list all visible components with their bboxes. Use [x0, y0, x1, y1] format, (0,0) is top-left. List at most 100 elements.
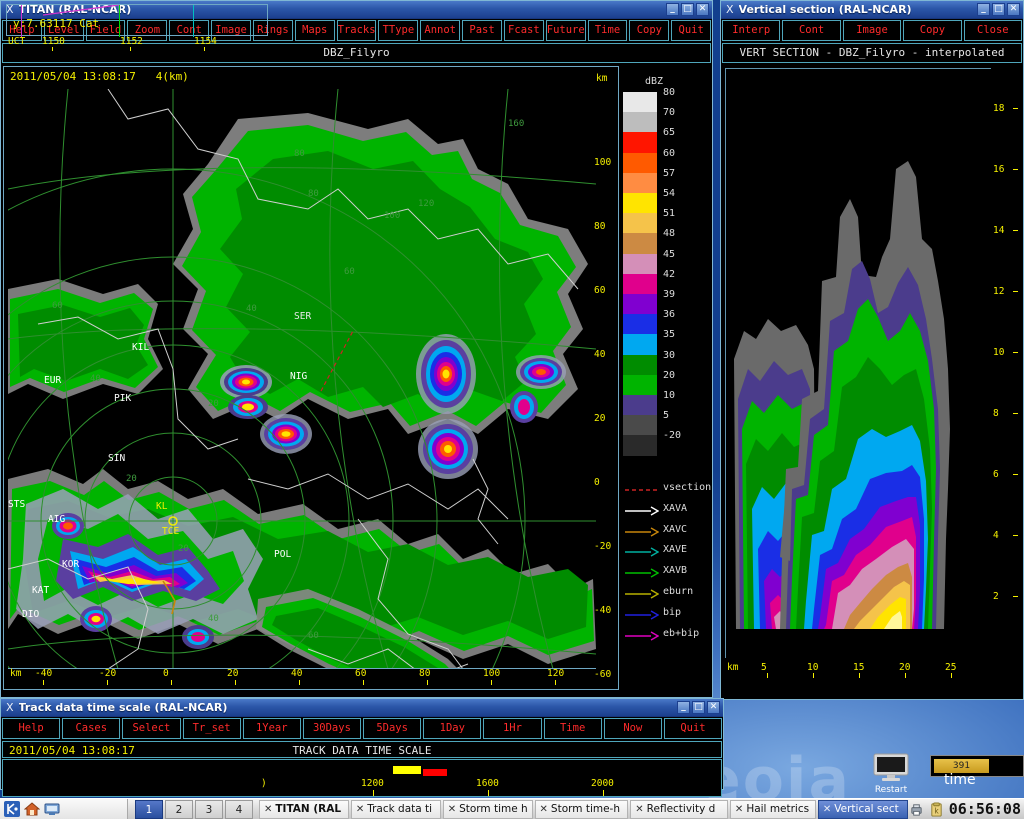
desktop-button-4[interactable]: 4 — [225, 799, 253, 819]
radar-plot-panel[interactable]: 2011/05/04 13:08:17 4(km) KIL EUR PIK SI… — [3, 66, 619, 690]
color-scale-label: 39 — [663, 289, 676, 300]
klipper-icon[interactable]: k — [929, 801, 944, 817]
track-time-scale[interactable]: 1200 1600 2000) — [2, 759, 722, 797]
desktop-button-2[interactable]: 2 — [165, 799, 193, 819]
taskbar-task-titan-ral[interactable]: ✕ TITAN (RAL — [259, 799, 349, 819]
home-icon[interactable] — [24, 801, 40, 817]
track-close-button[interactable]: ✕ — [707, 701, 720, 714]
vsection-menu-item-interp[interactable]: Interp — [722, 20, 781, 41]
taskbar-task-hail-metrics[interactable]: ✕ Hail metrics — [729, 799, 816, 819]
desktop-button-3[interactable]: 3 — [195, 799, 223, 819]
site-label: AIG — [48, 514, 66, 525]
vertical-section-window[interactable]: X Vertical section (RAL-NCAR) _ □ ✕ Inte… — [720, 0, 1024, 700]
track-menu-item-1hr[interactable]: 1Hr — [483, 718, 542, 739]
vsection-titlebar[interactable]: X Vertical section (RAL-NCAR) _ □ ✕ — [721, 1, 1023, 19]
taskbar-task-storm-time-h[interactable]: ✕ Storm time h — [442, 799, 533, 819]
vsection-y-tick: 16 — [993, 164, 1005, 175]
vsection-y-tickmark — [1013, 291, 1018, 292]
task-list[interactable]: ✕ TITAN (RAL ✕ Track data ti ✕ Storm time h ✕ S… — [254, 799, 909, 819]
vsection-echo-image — [726, 69, 991, 658]
range-ring-label: 60 — [52, 301, 63, 311]
radar-y-tick: 0 — [594, 477, 600, 488]
track-menu-item-1year[interactable]: 1Year — [242, 718, 301, 739]
cat-axis: UCT 1150 1152 1154 — [2, 36, 288, 52]
taskbar[interactable]: 1234 ✕ TITAN (RAL ✕ Track data ti ✕ Storm tim… — [0, 798, 1024, 819]
titan-minimize-button[interactable]: _ — [666, 3, 679, 16]
vsection-minimize-button[interactable]: _ — [977, 3, 990, 16]
track-marker-red[interactable] — [423, 769, 447, 776]
track-marker-yellow[interactable] — [393, 766, 421, 774]
titan-menu-item-past[interactable]: Past — [462, 20, 502, 41]
vsection-close-button[interactable]: ✕ — [1007, 3, 1020, 16]
taskbar-task-reflectivity-d[interactable]: ✕ Reflectivity d — [630, 799, 728, 819]
desktop-button-1[interactable]: 1 — [135, 799, 163, 819]
vsection-y-tick: 2 — [993, 591, 999, 602]
printer-icon[interactable] — [909, 802, 924, 817]
range-ring-label: 60 — [308, 631, 319, 641]
track-menu-item-quit[interactable]: Quit — [663, 718, 723, 739]
color-scale-swatch — [623, 273, 657, 294]
color-scale-swatch — [623, 415, 657, 436]
track-menu-item-cases[interactable]: Cases — [62, 718, 121, 739]
track-menu-item-5days[interactable]: 5Days — [363, 718, 422, 739]
restart-desktop-icon[interactable]: Restart — [870, 752, 912, 795]
range-ring-label: 100 — [384, 211, 401, 221]
titan-menu-item-quit[interactable]: Quit — [671, 20, 712, 41]
range-ring-label: 160 — [508, 119, 525, 129]
radar-x-tickmark — [363, 680, 364, 685]
track-maximize-button[interactable]: □ — [692, 701, 705, 714]
vsection-menu-item-image[interactable]: Image — [842, 20, 902, 41]
track-minimize-button[interactable]: _ — [677, 701, 690, 714]
system-tray[interactable]: k 06:56:08 — [909, 800, 1024, 818]
site-label: STS — [8, 499, 26, 510]
radar-x-tickmark — [427, 680, 428, 685]
radar-x-tick: 40 — [291, 668, 303, 679]
vsection-plot-area[interactable] — [725, 68, 991, 658]
vsection-x-tick: 15 — [853, 662, 865, 673]
track-menu-item-select[interactable]: Select — [122, 718, 181, 739]
site-label: SIN — [108, 453, 126, 464]
vsection-menu-item-close[interactable]: Close — [963, 20, 1023, 41]
track-menu-item-now[interactable]: Now — [603, 718, 662, 739]
track-menubar[interactable]: Help Cases Select Tr_set 1Year 30Days 5Days 1Da… — [1, 717, 723, 740]
track-menu-item-time[interactable]: Time — [543, 718, 602, 739]
kde-menu-icon[interactable] — [4, 801, 20, 817]
radar-x-tickmark — [235, 680, 236, 685]
titan-maximize-button[interactable]: □ — [681, 3, 694, 16]
titan-menu-item-time[interactable]: Time — [587, 20, 628, 41]
titan-menu-item-ttype[interactable]: TType — [378, 20, 419, 41]
titan-menu-item-fcast[interactable]: Fcast — [503, 20, 544, 41]
titan-menu-item-annot[interactable]: Annot — [420, 20, 461, 41]
track-menu-item-help[interactable]: Help — [2, 718, 61, 739]
titan-menu-item-tracks[interactable]: Tracks — [336, 20, 377, 41]
track-menu-item-30days[interactable]: 30Days — [302, 718, 362, 739]
desktop-icon[interactable] — [44, 801, 60, 817]
taskbar-launchers[interactable] — [0, 798, 128, 819]
titan-menu-item-maps[interactable]: Maps — [294, 20, 335, 41]
taskbar-task-vertical-sect[interactable]: ✕ Vertical sect — [817, 799, 908, 819]
color-scale-swatch — [623, 172, 657, 193]
radar-y-axis-unit: km — [596, 73, 608, 84]
site-label: KAT — [32, 585, 50, 596]
cat-time-window[interactable]: y:7.63117 Cat UCT 1150 1152 1154 — [0, 0, 290, 55]
vsection-maximize-button[interactable]: □ — [992, 3, 1005, 16]
site-label: SER — [294, 311, 312, 322]
taskbar-task-track-data-ti[interactable]: ✕ Track data ti — [350, 799, 441, 819]
titan-menu-item-copy[interactable]: Copy — [629, 20, 670, 41]
vsection-menu-item-cont[interactable]: Cont — [782, 20, 841, 41]
titan-menu-item-future[interactable]: Future — [545, 20, 586, 41]
titan-window[interactable]: X TITAN (RAL-NCAR) _ □ ✕ HelpLevelFieldZ… — [0, 0, 713, 698]
track-titlebar[interactable]: X Track data time scale (RAL-NCAR) _ □ ✕ — [1, 699, 723, 717]
vsection-y-tick: 18 — [993, 103, 1005, 114]
radar-plot-area[interactable]: KIL EUR PIK SIN SER NIG STS AIG KOR KAT DIO POL KL TC… — [8, 89, 596, 669]
track-data-window[interactable]: X Track data time scale (RAL-NCAR) _ □ ✕… — [0, 698, 724, 797]
cat-plot-area[interactable]: y:7.63117 Cat — [6, 4, 268, 37]
track-menu-item-1day[interactable]: 1Day — [423, 718, 482, 739]
track-menu-item-tr-set[interactable]: Tr_set — [182, 718, 241, 739]
desktop-switcher[interactable]: 1234 — [128, 799, 254, 819]
vsection-menubar[interactable]: Interp Cont Image Copy Close — [721, 19, 1023, 42]
vsection-menu-item-copy[interactable]: Copy — [903, 20, 962, 41]
taskbar-task-storm-time-h[interactable]: ✕ Storm time-h — [534, 799, 629, 819]
titan-close-button[interactable]: ✕ — [696, 3, 709, 16]
vsection-x-tick: 20 — [899, 662, 911, 673]
